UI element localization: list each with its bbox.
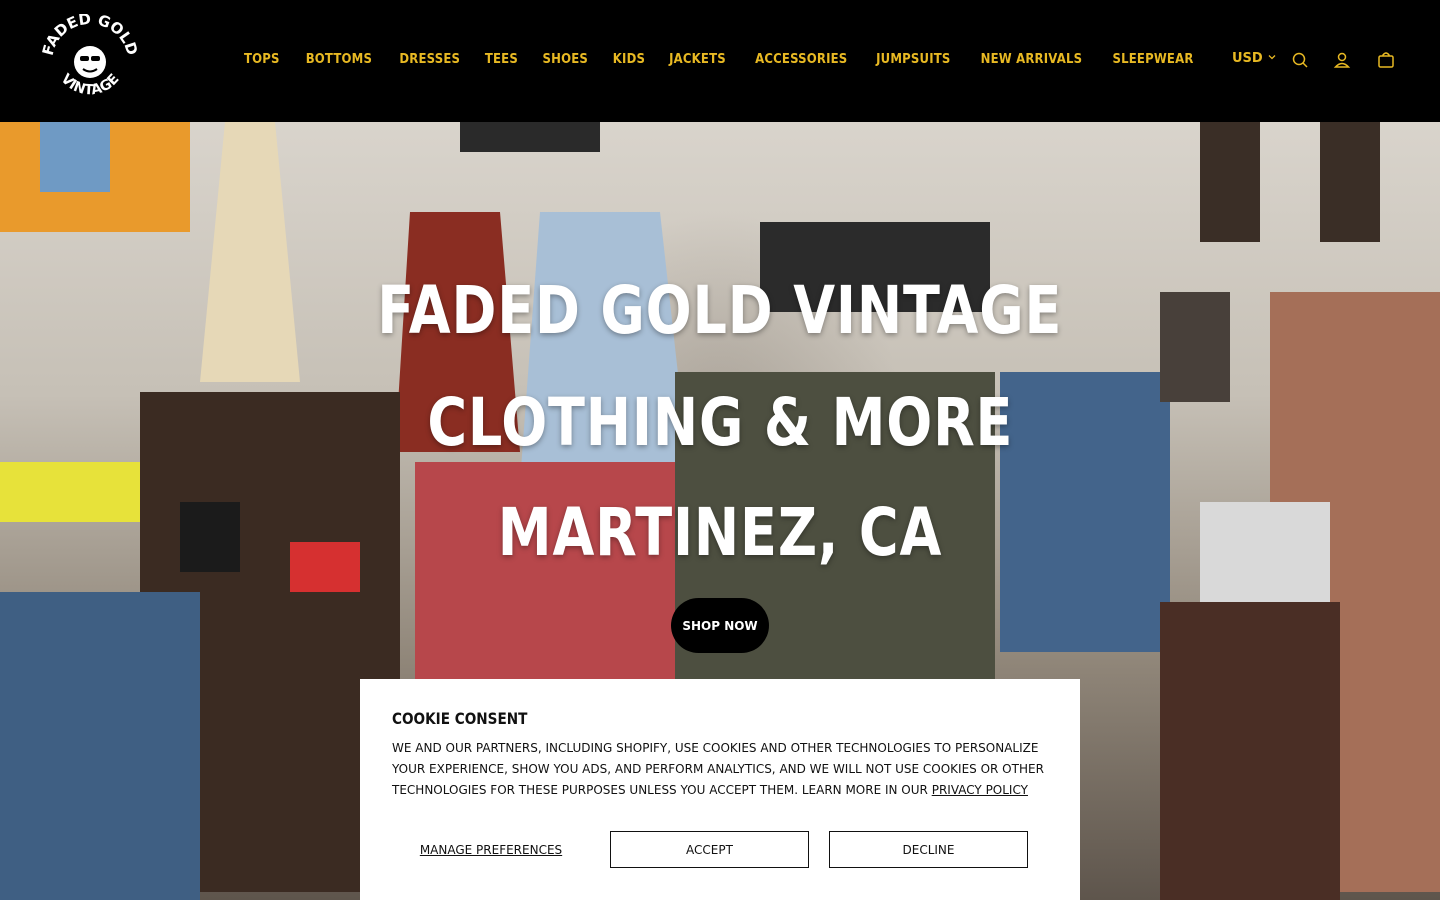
currency-selector[interactable]: USD [1232, 51, 1277, 66]
privacy-policy-link[interactable]: PRIVACY POLICY [932, 783, 1028, 797]
decline-button[interactable]: DECLINE [829, 831, 1028, 868]
manage-preferences-button[interactable]: MANAGE PREFERENCES [392, 831, 590, 868]
nav-sleepwear[interactable]: SLEEPWEAR [1112, 50, 1193, 70]
nav-new-arrivals[interactable]: NEW ARRIVALS [980, 50, 1082, 70]
cart-icon[interactable] [1376, 50, 1396, 70]
nav-kids[interactable]: KIDS [612, 50, 644, 70]
cookie-title: COOKIE CONSENT [392, 709, 528, 728]
currency-label: USD [1232, 51, 1263, 66]
nav-tops[interactable]: TOPS [244, 50, 280, 70]
nav-jackets[interactable]: JACKETS [670, 50, 727, 70]
chevron-down-icon [1267, 51, 1277, 66]
nav-dresses[interactable]: DRESSES [399, 50, 460, 70]
cookie-consent-banner: COOKIE CONSENT WE AND OUR PARTNERS, INCL… [360, 679, 1080, 900]
hero-headline-line1: FADED GOLD VINTAGE [377, 272, 1063, 349]
hero-headline-line3: MARTINEZ, CA [497, 494, 943, 571]
nav-accessories[interactable]: ACCESSORIES [755, 50, 847, 70]
cookie-description: WE AND OUR PARTNERS, INCLUDING SHOPIFY, … [392, 738, 1048, 801]
nav-shoes[interactable]: SHOES [543, 50, 588, 70]
shop-now-button[interactable]: SHOP NOW [671, 598, 769, 653]
accept-button[interactable]: ACCEPT [610, 831, 809, 868]
nav-tees[interactable]: TEES [485, 50, 518, 70]
hero-headline-line2: CLOTHING & MORE [426, 384, 1014, 461]
account-icon[interactable] [1332, 50, 1352, 70]
search-icon[interactable] [1290, 50, 1310, 70]
main-nav: TOPS BOTTOMS DRESSES TEES SHOES KIDS JAC… [0, 50, 1440, 70]
site-header: FADED GOLD VINTAGE TOPS BOTTOMS DRESSES … [0, 0, 1440, 122]
nav-bottoms[interactable]: BOTTOMS [306, 50, 372, 70]
cookie-actions: MANAGE PREFERENCES ACCEPT DECLINE [392, 831, 1048, 868]
nav-jumpsuits[interactable]: JUMPSUITS [876, 50, 950, 70]
